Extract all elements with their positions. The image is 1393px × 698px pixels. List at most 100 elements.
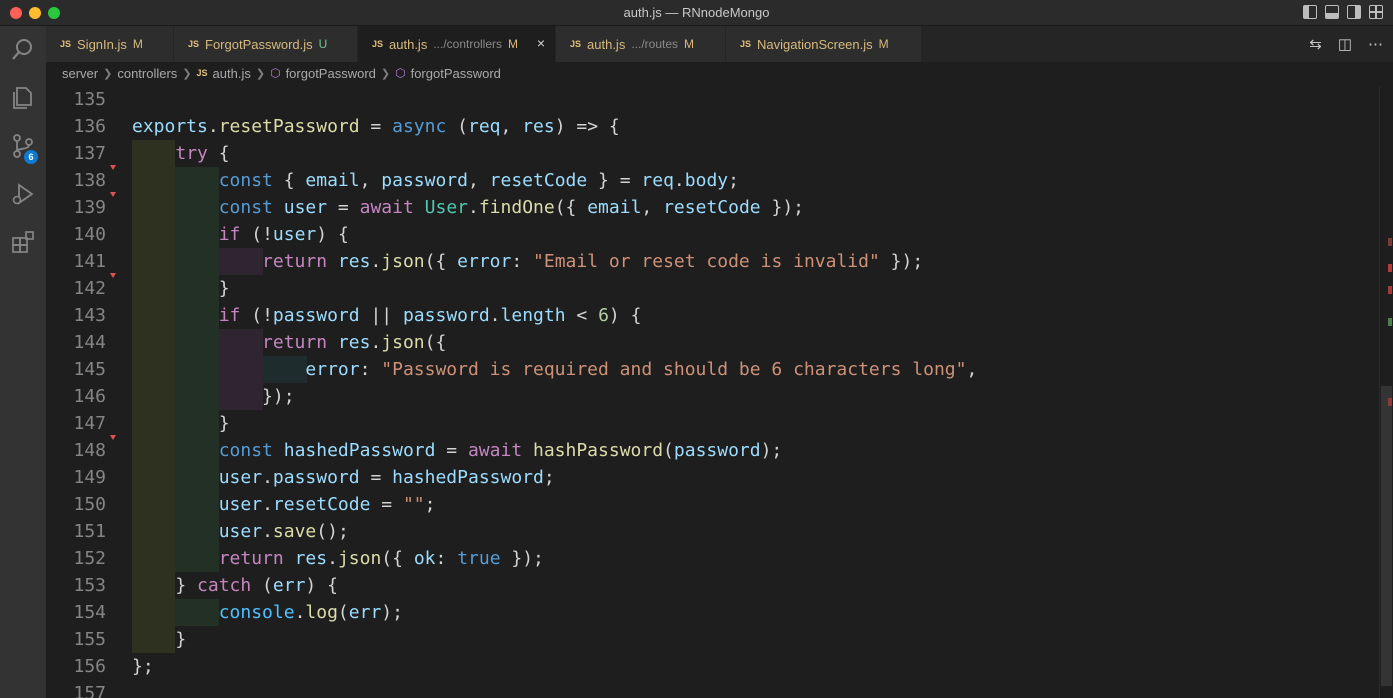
code-line[interactable]: 146 });: [46, 383, 1379, 410]
code-line[interactable]: 136 exports.resetPassword = async (req, r…: [46, 113, 1379, 140]
tab-signin[interactable]: JS SignIn.js M: [46, 26, 174, 62]
more-actions-icon[interactable]: ⋯: [1368, 35, 1383, 53]
run-debug-icon[interactable]: [0, 172, 46, 216]
line-number: 140: [73, 224, 106, 245]
tab-navigation-screen[interactable]: JS NavigationScreen.js M: [726, 26, 922, 62]
code-line[interactable]: 156};: [46, 653, 1379, 680]
code-line[interactable]: 142 }: [46, 273, 1379, 302]
code-text: const hashedPassword = await hashPasswor…: [218, 440, 783, 461]
chevron-right-icon: ❯: [182, 67, 192, 80]
explorer-icon[interactable]: [0, 76, 46, 120]
line-number: 156: [73, 656, 106, 677]
vertical-scrollbar[interactable]: [1379, 86, 1393, 698]
code-line[interactable]: 151 user.save();: [46, 518, 1379, 545]
tab-label: SignIn.js: [77, 36, 127, 52]
toggle-panel-icon[interactable]: [1325, 5, 1339, 19]
line-number: 147: [73, 413, 106, 434]
breadcrumb-item-symbol[interactable]: forgotPassword: [286, 66, 376, 81]
overview-ruler-mark: [1388, 318, 1392, 326]
line-number: 149: [73, 467, 106, 488]
code-line[interactable]: 152 return res.json({ ok: true });: [46, 545, 1379, 572]
code-text: }: [132, 629, 187, 650]
tab-status: M: [878, 37, 889, 51]
source-control-icon[interactable]: 6: [0, 124, 46, 168]
line-number: 139: [73, 197, 106, 218]
code-text: if (!password || password.length < 6) {: [218, 305, 642, 326]
code-text: return res.json({: [262, 332, 447, 353]
breadcrumb: server ❯ controllers ❯ JS auth.js ❯ ⬡ fo…: [46, 62, 1393, 84]
code-line[interactable]: 144 return res.json({: [46, 329, 1379, 356]
code-line[interactable]: 147 }: [46, 410, 1379, 437]
code-editor[interactable]: 135 136 exports.resetPassword = async (req…: [46, 86, 1379, 698]
code-text: }: [132, 413, 230, 434]
overview-ruler-mark: [1388, 264, 1392, 272]
tab-description: .../routes: [631, 37, 679, 51]
breadcrumb-item-controllers[interactable]: controllers: [117, 66, 177, 81]
title-bar: auth.js — RNnodeMongo: [0, 0, 1393, 26]
code-line[interactable]: 135: [46, 86, 1379, 113]
code-text: });: [132, 386, 295, 407]
code-line[interactable]: 141 return res.json({ error: "Email or r…: [46, 248, 1379, 275]
code-line[interactable]: 157: [46, 680, 1379, 698]
close-tab-icon[interactable]: ×: [537, 35, 545, 51]
breadcrumb-item-symbol-inner[interactable]: forgotPassword: [411, 66, 501, 81]
search-icon[interactable]: [0, 28, 46, 72]
code-line[interactable]: 150 user.resetCode = "";: [46, 491, 1379, 518]
js-file-icon: JS: [740, 39, 752, 49]
open-changes-icon[interactable]: ⇆: [1309, 35, 1322, 53]
tab-label: NavigationScreen.js: [757, 36, 873, 52]
code-line[interactable]: 153 } catch (err) {: [46, 572, 1379, 599]
git-deleted-marker-icon[interactable]: [110, 165, 116, 170]
line-number: 145: [73, 359, 106, 380]
split-editor-icon[interactable]: ◫: [1338, 35, 1352, 53]
line-number: 154: [73, 602, 106, 623]
code-line[interactable]: 155 }: [46, 626, 1379, 653]
tab-status: M: [508, 37, 519, 51]
code-text: console.log(err);: [218, 602, 403, 623]
code-text: const user = await User.findOne({ email,…: [218, 197, 804, 218]
git-deleted-marker-icon[interactable]: [110, 192, 116, 197]
code-line[interactable]: 138 const { email, password, resetCode }…: [46, 165, 1379, 194]
line-number: 135: [73, 89, 106, 110]
code-line[interactable]: 148 const hashedPassword = await hashPas…: [46, 435, 1379, 464]
code-line[interactable]: 137 try {: [46, 140, 1379, 167]
git-deleted-marker-icon[interactable]: [110, 273, 116, 278]
code-text: user.save();: [218, 521, 349, 542]
code-text: return res.json({ ok: true });: [218, 548, 544, 569]
code-text: exports.resetPassword = async (req, res)…: [132, 116, 620, 137]
code-line[interactable]: 145 error: "Password is required and sho…: [46, 356, 1379, 383]
git-deleted-marker-icon[interactable]: [110, 435, 116, 440]
chevron-right-icon: ❯: [380, 67, 391, 80]
code-line[interactable]: 139 const user = await User.findOne({ em…: [46, 192, 1379, 221]
scrollbar-thumb[interactable]: [1381, 386, 1392, 686]
extensions-icon[interactable]: [0, 220, 46, 264]
breadcrumb-item-server[interactable]: server: [62, 66, 98, 81]
symbol-icon: ⬡: [395, 66, 406, 80]
code-text: } catch (err) {: [132, 575, 338, 596]
line-number: 142: [73, 278, 106, 299]
tab-auth-controllers[interactable]: JS auth.js .../controllers M ×: [358, 26, 556, 62]
customize-layout-icon[interactable]: [1369, 5, 1383, 19]
code-line[interactable]: 140 if (!user) {: [46, 221, 1379, 248]
line-number: 155: [73, 629, 106, 650]
line-number: 136: [73, 116, 106, 137]
overview-ruler-mark: [1388, 286, 1392, 294]
js-file-icon: JS: [570, 39, 582, 49]
code-text: error: "Password is required and should …: [305, 359, 978, 380]
toggle-secondary-sidebar-icon[interactable]: [1347, 5, 1361, 19]
overview-ruler-mark: [1388, 398, 1392, 406]
tab-auth-routes[interactable]: JS auth.js .../routes M: [556, 26, 726, 62]
code-text: return res.json({ error: "Email or reset…: [262, 251, 924, 272]
line-number: 143: [73, 305, 106, 326]
tab-label: ForgotPassword.js: [205, 36, 313, 52]
tab-forgot-password[interactable]: JS ForgotPassword.js U: [174, 26, 358, 62]
code-line[interactable]: 143 if (!password || password.length < 6…: [46, 302, 1379, 329]
code-line[interactable]: 149 user.password = hashedPassword;: [46, 464, 1379, 491]
code-line[interactable]: 154 console.log(err);: [46, 599, 1379, 626]
chevron-right-icon: ❯: [255, 67, 266, 80]
breadcrumb-item-file[interactable]: auth.js: [213, 66, 251, 81]
code-text: if (!user) {: [218, 224, 349, 245]
toggle-sidebar-icon[interactable]: [1303, 5, 1317, 19]
line-number: 141: [73, 251, 106, 272]
code-text: user.resetCode = "";: [218, 494, 436, 515]
